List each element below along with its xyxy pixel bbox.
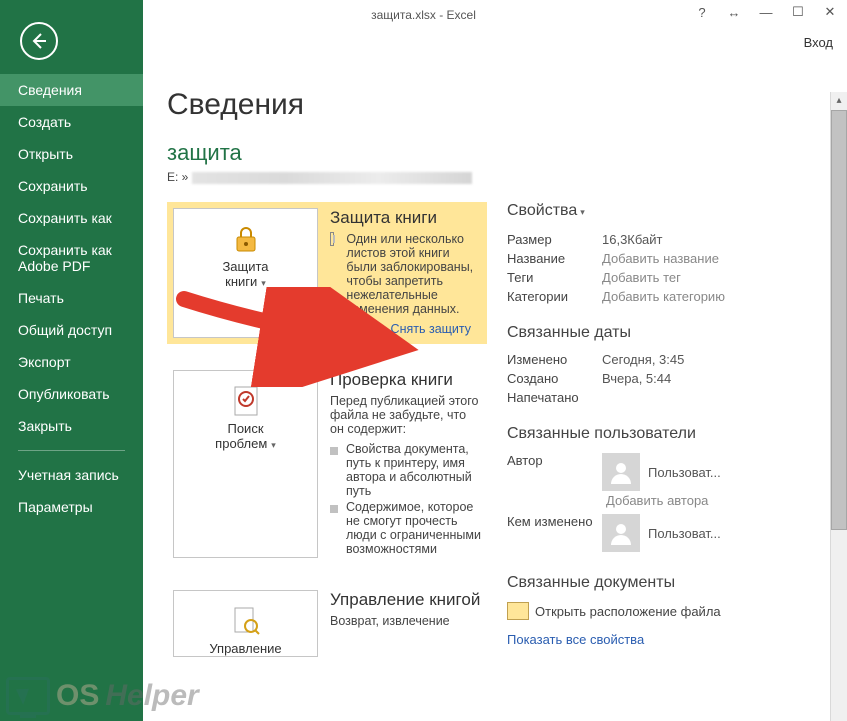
nav-item-share[interactable]: Общий доступ: [0, 314, 143, 346]
path-blur: [192, 172, 472, 184]
vertical-scrollbar[interactable]: ▴: [830, 92, 847, 721]
nav-item-close[interactable]: Закрыть: [0, 410, 143, 442]
ribbon-toggle-button[interactable]: ↔: [725, 5, 743, 20]
date-printed-label: Напечатано: [507, 390, 602, 405]
avatar: [602, 453, 640, 491]
help-button[interactable]: ?: [693, 5, 711, 20]
open-file-location-button[interactable]: Открыть расположение файла: [507, 602, 837, 620]
manage-workbook-button[interactable]: Управление: [173, 590, 318, 657]
nav-item-info[interactable]: Сведения: [0, 74, 143, 106]
nav-item-save[interactable]: Сохранить: [0, 170, 143, 202]
protect-title: Защита книги: [330, 208, 481, 228]
prop-categories-value[interactable]: Добавить категорию: [602, 289, 725, 304]
bullet-icon: [330, 327, 338, 335]
chevron-down-icon: ▾: [580, 207, 585, 217]
sheet-icon: [330, 232, 334, 246]
person-icon: [609, 460, 633, 484]
info-page: Сведения защита E: »: [143, 0, 847, 721]
prop-size-value: 16,3Кбайт: [602, 232, 662, 247]
nav-item-account[interactable]: Учетная запись: [0, 459, 143, 491]
author-label: Автор: [507, 453, 602, 468]
arrow-left-icon: [29, 31, 49, 51]
last-modified-by-label: Кем изменено: [507, 514, 602, 529]
nav-item-print[interactable]: Печать: [0, 282, 143, 314]
show-all-properties-link[interactable]: Показать все свойства: [507, 632, 837, 647]
related-people-heading: Связанные пользователи: [507, 425, 837, 443]
back-button[interactable]: [20, 22, 58, 60]
prop-tags-value[interactable]: Добавить тег: [602, 270, 681, 285]
manage-workbook-card: Управление Управление книгой Возврат, из…: [167, 584, 487, 663]
nav-item-publish[interactable]: Опубликовать: [0, 378, 143, 410]
nav-item-export[interactable]: Экспорт: [0, 346, 143, 378]
properties-dropdown[interactable]: Свойства▾: [507, 202, 837, 220]
nav-item-save-as-pdf[interactable]: Сохранить как Adobe PDF: [0, 234, 143, 282]
close-button[interactable]: ✕: [821, 4, 839, 20]
protect-workbook-button[interactable]: Защита книги▾: [173, 208, 318, 338]
minimize-button[interactable]: —: [757, 5, 775, 20]
document-path: E: »: [167, 170, 847, 184]
inspect-workbook-card: Поиск проблем▾ Проверка книги Перед публ…: [167, 364, 487, 564]
prop-size-label: Размер: [507, 232, 602, 247]
inspect-bullet-2: Содержимое, которое не смогут прочесть л…: [346, 500, 481, 556]
nav-item-open[interactable]: Открыть: [0, 138, 143, 170]
document-check-icon: [232, 385, 260, 417]
sign-in-link[interactable]: Вход: [804, 35, 833, 50]
last-modified-by-name[interactable]: Пользоват...: [648, 526, 721, 541]
maximize-button[interactable]: ☐: [789, 4, 807, 20]
protect-description: Один или несколько листов этой книги был…: [346, 232, 481, 316]
remove-protection-link[interactable]: Снять защиту: [391, 322, 471, 336]
prop-tags-label: Теги: [507, 270, 602, 285]
chevron-down-icon: ▾: [271, 440, 276, 450]
date-created-value: Вчера, 5:44: [602, 371, 671, 386]
nav-item-save-as[interactable]: Сохранить как: [0, 202, 143, 234]
manage-title: Управление книгой: [330, 590, 480, 610]
person-icon: [609, 521, 633, 545]
chevron-down-icon: ▾: [261, 278, 266, 288]
scrollbar-thumb[interactable]: [831, 110, 847, 530]
backstage-sidebar: Сведения Создать Открыть Сохранить Сохра…: [0, 0, 143, 721]
prop-categories-label: Категории: [507, 289, 602, 304]
protected-sheet-name: Лист1: [346, 322, 380, 336]
avatar: [602, 514, 640, 552]
scroll-up-arrow[interactable]: ▴: [831, 92, 847, 110]
document-name: защита: [167, 140, 847, 166]
folder-icon: [507, 602, 529, 620]
inspect-bullet-1: Свойства документа, путь к принтеру, имя…: [346, 442, 481, 498]
add-author-field[interactable]: Добавить автора: [606, 493, 721, 508]
inspect-lead: Перед публикацией этого файла не забудьт…: [330, 394, 481, 436]
date-modified-label: Изменено: [507, 352, 602, 367]
check-for-issues-button[interactable]: Поиск проблем▾: [173, 370, 318, 558]
inspect-title: Проверка книги: [330, 370, 481, 390]
bullet-icon: [330, 505, 338, 513]
bullet-icon: [330, 447, 338, 455]
related-dates-heading: Связанные даты: [507, 324, 837, 342]
related-documents-heading: Связанные документы: [507, 574, 837, 592]
manage-subtitle: Возврат, извлечение: [330, 614, 480, 628]
lock-icon: [231, 224, 261, 254]
prop-title-value[interactable]: Добавить название: [602, 251, 719, 266]
page-title: Сведения: [167, 88, 847, 122]
date-modified-value: Сегодня, 3:45: [602, 352, 684, 367]
author-name[interactable]: Пользоват...: [648, 465, 721, 480]
nav-separator: [18, 450, 125, 451]
nav-item-new[interactable]: Создать: [0, 106, 143, 138]
protect-workbook-card: Защита книги▾ Защита книги Один или неск…: [167, 202, 487, 344]
nav-item-options[interactable]: Параметры: [0, 491, 143, 523]
document-magnify-icon: [231, 606, 261, 636]
prop-title-label: Название: [507, 251, 602, 266]
date-created-label: Создано: [507, 371, 602, 386]
